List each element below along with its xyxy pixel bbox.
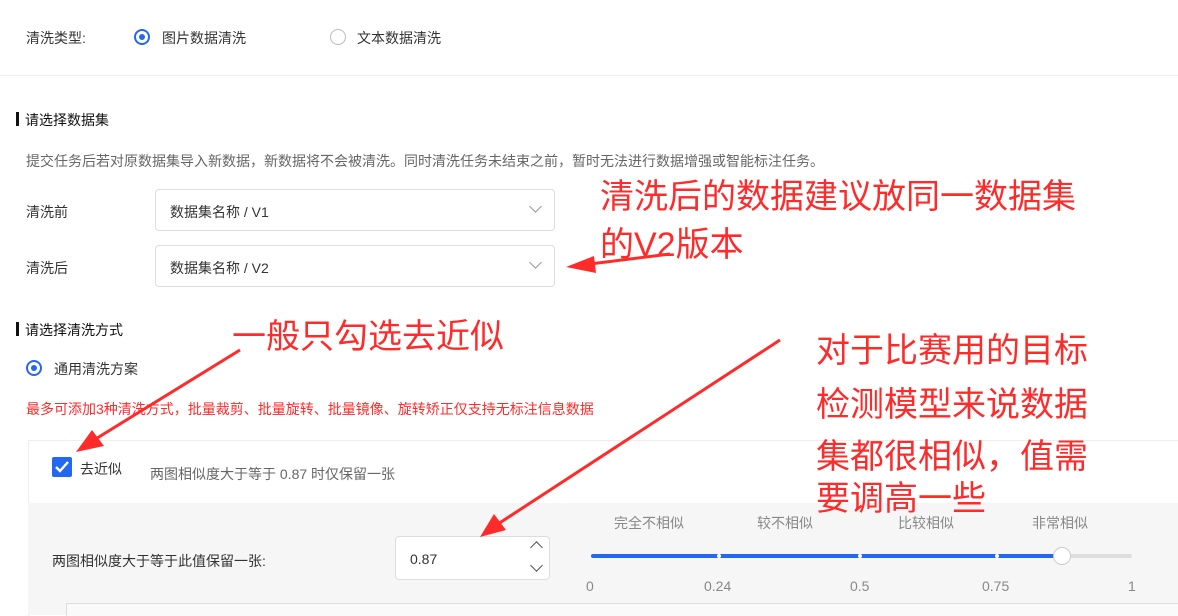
- after-dataset-value: 数据集名称 / V2: [170, 260, 269, 276]
- slider-fill: [591, 554, 1062, 558]
- sim-label-3: 非常相似: [1032, 515, 1088, 531]
- radio-general-scheme[interactable]: [26, 360, 42, 376]
- before-label: 清洗前: [26, 204, 68, 220]
- check-icon: [55, 461, 69, 473]
- radio-text-clean[interactable]: [330, 29, 346, 45]
- threshold-input[interactable]: 0.87: [395, 536, 550, 580]
- before-dataset-select[interactable]: 数据集名称 / V1: [155, 189, 555, 231]
- clean-type-label: 清洗类型:: [26, 30, 86, 46]
- annotation-threshold-line2: 检测模型来说数据: [816, 386, 1088, 424]
- chevron-down-icon: [529, 200, 542, 213]
- threshold-value: 0.87: [410, 551, 438, 567]
- slider-dot: [717, 554, 721, 558]
- slider-dot: [995, 554, 999, 558]
- radio-text-clean-label[interactable]: 文本数据清洗: [357, 28, 441, 48]
- general-scheme-label[interactable]: 通用清洗方案: [54, 359, 138, 379]
- threshold-label: 两图相似度大于等于此值保留一张:: [52, 553, 266, 569]
- decrement-icon[interactable]: [530, 559, 543, 572]
- sim-label-1: 较不相似: [757, 515, 813, 531]
- annotation-v2-advice-line1: 清洗后的数据建议放同一数据集: [600, 178, 1076, 216]
- sim-label-0: 完全不相似: [614, 515, 684, 531]
- before-dataset-value: 数据集名称 / V1: [170, 204, 269, 220]
- scale-tick-3: 0.75: [982, 578, 1010, 594]
- annotation-v2-advice-line2: 的V2版本: [600, 226, 744, 264]
- annotation-threshold-line4: 要调高一些: [816, 480, 986, 518]
- radio-image-clean-label[interactable]: 图片数据清洗: [162, 28, 246, 48]
- slider-dot: [858, 554, 862, 558]
- dedup-desc: 两图相似度大于等于 0.87 时仅保留一张: [150, 466, 396, 482]
- dataset-section-title: 请选择数据集: [25, 112, 109, 128]
- scale-tick-2: 0.5: [850, 578, 870, 594]
- dedup-label[interactable]: 去近似: [80, 459, 122, 479]
- scale-tick-0: 0: [586, 578, 594, 594]
- dataset-note: 提交任务后若对原数据集导入新数据，新数据将不会被清洗。同时清洗任务未结束之前，暂…: [26, 153, 824, 169]
- next-card-edge: [66, 603, 1178, 616]
- method-section-title: 请选择清洗方式: [25, 322, 123, 338]
- chevron-down-icon: [529, 256, 542, 269]
- scale-tick-1: 0.24: [704, 578, 732, 594]
- radio-image-clean[interactable]: [134, 29, 150, 45]
- arrow-head-icon: [566, 256, 596, 273]
- method-warning: 最多可添加3种清洗方式，批量裁剪、批量旋转、批量镜像、旋转矫正仅支持无标注信息数…: [26, 401, 594, 417]
- slider-handle[interactable]: [1052, 547, 1071, 565]
- after-label: 清洗后: [26, 260, 68, 276]
- section-marker: [16, 322, 19, 336]
- increment-icon[interactable]: [530, 541, 543, 554]
- divider: [0, 75, 1178, 76]
- after-dataset-select[interactable]: 数据集名称 / V2: [155, 245, 555, 287]
- section-marker: [16, 112, 19, 126]
- annotation-dedup-advice: 一般只勾选去近似: [232, 318, 504, 356]
- scale-tick-4: 1: [1128, 578, 1136, 594]
- annotation-threshold-line1: 对于比赛用的目标: [816, 332, 1088, 370]
- dedup-checkbox[interactable]: [52, 457, 72, 477]
